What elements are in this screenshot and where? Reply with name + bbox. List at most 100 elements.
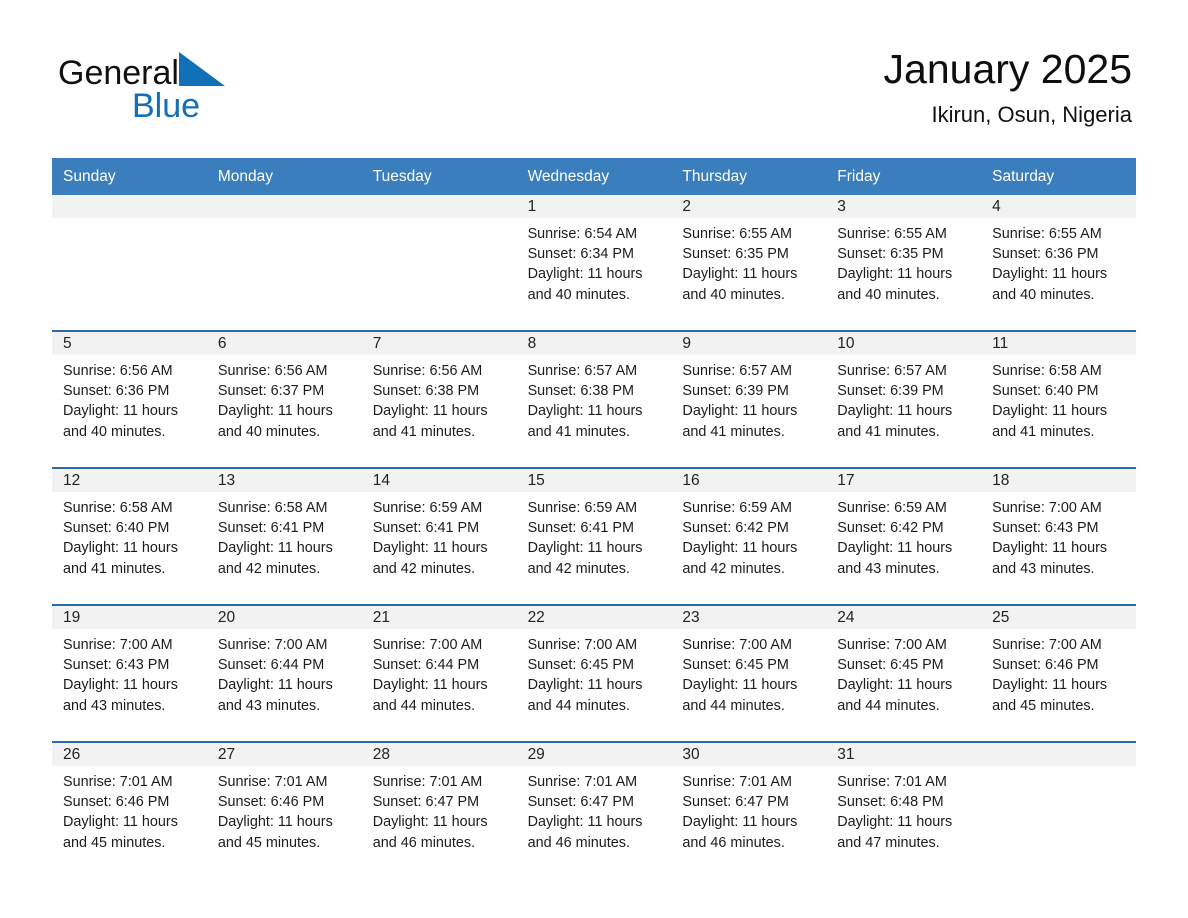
sunset-text: Sunset: 6:45 PM	[682, 657, 789, 674]
day-cell[interactable]: 21 Sunrise: 7:00 AM Sunset: 6:44 PM Dayligh…	[361, 606, 517, 730]
sunset-text: Sunset: 6:46 PM	[992, 657, 1099, 674]
day-number-band: 12	[52, 469, 207, 492]
day-cell[interactable]: 24 Sunrise: 7:00 AM Sunset: 6:45 PM Dayligh…	[826, 606, 982, 730]
sunset-text: Sunset: 6:35 PM	[682, 246, 789, 263]
day-cell[interactable]: 31 Sunrise: 7:01 AM Sunset: 6:48 PM Dayligh…	[826, 743, 982, 867]
day-cell[interactable]: 3 Sunrise: 6:55 AM Sunset: 6:35 PM Daylight…	[826, 195, 982, 319]
day-number-band: 27	[206, 743, 362, 766]
day-number: 19	[63, 608, 81, 626]
day-info: Sunrise: 6:59 AM Sunset: 6:41 PM Daylight:…	[517, 492, 672, 579]
daylight-text: Daylight: 11 hours and 43 minutes.	[837, 540, 953, 577]
sunrise-text: Sunrise: 7:01 AM	[527, 774, 638, 790]
calendar-week-row: 19 Sunrise: 7:00 AM Sunset: 6:43 PM Dayligh…	[52, 604, 1136, 730]
day-number-band: 2	[671, 195, 827, 218]
day-number-band	[361, 195, 517, 218]
sunset-text: Sunset: 6:43 PM	[992, 520, 1099, 537]
sunset-text: Sunset: 6:46 PM	[63, 794, 170, 811]
generalblue-logo[interactable]: General Blue	[58, 52, 358, 123]
day-number: 1	[527, 197, 537, 215]
day-number: 14	[372, 471, 390, 489]
day-cell[interactable]: 26 Sunrise: 7:01 AM Sunset: 6:46 PM Dayligh…	[52, 743, 207, 867]
day-number: 12	[63, 471, 81, 489]
day-number-band: 5	[52, 332, 207, 355]
day-number-band: 21	[361, 606, 517, 629]
day-number-band: 29	[516, 743, 672, 766]
day-cell[interactable]: 29 Sunrise: 7:01 AM Sunset: 6:47 PM Dayligh…	[516, 743, 672, 867]
day-info: Sunrise: 6:57 AM Sunset: 6:38 PM Daylight:…	[517, 355, 672, 442]
day-info: Sunrise: 6:58 AM Sunset: 6:40 PM Daylight:…	[981, 355, 1136, 442]
sunrise-text: Sunrise: 6:59 AM	[372, 500, 483, 516]
day-cell-empty	[52, 195, 207, 319]
day-info: Sunrise: 6:56 AM Sunset: 6:36 PM Daylight:…	[52, 355, 207, 442]
sunrise-text: Sunrise: 6:55 AM	[992, 226, 1102, 242]
day-cell[interactable]: 1 Sunrise: 6:54 AM Sunset: 6:34 PM Daylight…	[516, 195, 672, 319]
sunrise-text: Sunrise: 7:00 AM	[992, 637, 1102, 653]
day-number: 10	[837, 334, 855, 352]
day-number: 31	[837, 745, 855, 763]
day-cell[interactable]: 20 Sunrise: 7:00 AM Sunset: 6:44 PM Dayligh…	[206, 606, 362, 730]
daylight-text: Daylight: 11 hours and 43 minutes.	[992, 540, 1108, 577]
day-cell[interactable]: 6 Sunrise: 6:56 AM Sunset: 6:37 PM Daylight…	[206, 332, 362, 456]
calendar-grid: Sunday Monday Tuesday Wednesday Thursday Frid…	[52, 158, 1136, 867]
day-cell[interactable]: 17 Sunrise: 6:59 AM Sunset: 6:42 PM Dayligh…	[826, 469, 982, 593]
sunset-text: Sunset: 6:48 PM	[837, 794, 944, 811]
sunset-text: Sunset: 6:39 PM	[682, 383, 789, 400]
weekday-header-saturday: Saturday	[992, 168, 1055, 185]
day-cell[interactable]: 4 Sunrise: 6:55 AM Sunset: 6:36 PM Daylight…	[981, 195, 1136, 319]
day-cell[interactable]: 28 Sunrise: 7:01 AM Sunset: 6:47 PM Dayligh…	[361, 743, 517, 867]
sunrise-text: Sunrise: 7:00 AM	[992, 500, 1102, 516]
sunrise-text: Sunrise: 6:59 AM	[682, 500, 793, 516]
sunrise-text: Sunrise: 6:57 AM	[837, 363, 947, 379]
day-number: 7	[372, 334, 382, 352]
page-title: January 2025	[883, 46, 1132, 92]
day-cell[interactable]: 7 Sunrise: 6:56 AM Sunset: 6:38 PM Daylight…	[361, 332, 517, 456]
day-cell[interactable]: 16 Sunrise: 6:59 AM Sunset: 6:42 PM Dayligh…	[671, 469, 827, 593]
day-cell[interactable]: 23 Sunrise: 7:00 AM Sunset: 6:45 PM Dayligh…	[671, 606, 827, 730]
day-cell[interactable]: 10 Sunrise: 6:57 AM Sunset: 6:39 PM Dayligh…	[826, 332, 982, 456]
day-cell[interactable]: 19 Sunrise: 7:00 AM Sunset: 6:43 PM Dayligh…	[52, 606, 207, 730]
day-number-band: 18	[981, 469, 1136, 492]
day-cell[interactable]: 18 Sunrise: 7:00 AM Sunset: 6:43 PM Dayligh…	[981, 469, 1136, 593]
day-cell[interactable]: 15 Sunrise: 6:59 AM Sunset: 6:41 PM Dayligh…	[516, 469, 672, 593]
location-subtitle: Ikirun, Osun, Nigeria	[931, 102, 1132, 127]
day-number-band: 30	[671, 743, 827, 766]
day-number-band: 25	[981, 606, 1136, 629]
day-cell[interactable]: 27 Sunrise: 7:01 AM Sunset: 6:46 PM Dayligh…	[206, 743, 362, 867]
day-info: Sunrise: 6:56 AM Sunset: 6:37 PM Daylight:…	[207, 355, 362, 442]
sunrise-text: Sunrise: 7:00 AM	[372, 637, 483, 653]
sunset-text: Sunset: 6:43 PM	[63, 657, 170, 674]
sunset-text: Sunset: 6:46 PM	[217, 794, 325, 811]
day-cell[interactable]: 25 Sunrise: 7:00 AM Sunset: 6:46 PM Dayligh…	[981, 606, 1136, 730]
day-cell[interactable]: 30 Sunrise: 7:01 AM Sunset: 6:47 PM Dayligh…	[671, 743, 827, 867]
sunrise-text: Sunrise: 7:00 AM	[837, 637, 947, 653]
day-info: Sunrise: 7:00 AM Sunset: 6:45 PM Daylight:…	[671, 629, 826, 716]
day-number: 4	[992, 197, 1001, 215]
daylight-text: Daylight: 11 hours and 44 minutes.	[682, 677, 798, 714]
day-cell[interactable]: 8 Sunrise: 6:57 AM Sunset: 6:38 PM Daylight…	[516, 332, 672, 456]
day-info: Sunrise: 6:55 AM Sunset: 6:36 PM Daylight:…	[981, 218, 1136, 305]
day-cell[interactable]: 13 Sunrise: 6:58 AM Sunset: 6:41 PM Dayligh…	[206, 469, 362, 593]
day-cell[interactable]: 2 Sunrise: 6:55 AM Sunset: 6:35 PM Daylight…	[671, 195, 827, 319]
day-number-band	[981, 743, 1136, 766]
weekday-header-wednesday: Wednesday	[527, 168, 610, 185]
daylight-text: Daylight: 11 hours and 41 minutes.	[527, 403, 643, 440]
daylight-text: Daylight: 11 hours and 42 minutes.	[682, 540, 798, 577]
day-number-band: 7	[361, 332, 517, 355]
day-cell[interactable]: 22 Sunrise: 7:00 AM Sunset: 6:45 PM Dayligh…	[516, 606, 672, 730]
sunrise-text: Sunrise: 7:00 AM	[63, 637, 173, 653]
day-info: Sunrise: 6:57 AM Sunset: 6:39 PM Daylight:…	[671, 355, 826, 442]
day-cell[interactable]: 5 Sunrise: 6:56 AM Sunset: 6:36 PM Daylight…	[52, 332, 207, 456]
logo-text-general: General	[58, 54, 179, 92]
sunrise-text: Sunrise: 7:01 AM	[372, 774, 483, 790]
sunrise-text: Sunrise: 7:00 AM	[682, 637, 793, 653]
day-number-band: 28	[361, 743, 517, 766]
day-cell[interactable]: 14 Sunrise: 6:59 AM Sunset: 6:41 PM Dayligh…	[361, 469, 517, 593]
sunrise-text: Sunrise: 6:56 AM	[63, 363, 173, 379]
day-cell[interactable]: 9 Sunrise: 6:57 AM Sunset: 6:39 PM Daylight…	[671, 332, 827, 456]
day-cell[interactable]: 11 Sunrise: 6:58 AM Sunset: 6:40 PM Dayligh…	[981, 332, 1136, 456]
day-number: 3	[837, 197, 846, 215]
day-number: 29	[527, 745, 545, 763]
day-cell[interactable]: 12 Sunrise: 6:58 AM Sunset: 6:40 PM Dayligh…	[52, 469, 207, 593]
sunset-text: Sunset: 6:42 PM	[837, 520, 944, 537]
sunset-text: Sunset: 6:41 PM	[527, 520, 634, 537]
